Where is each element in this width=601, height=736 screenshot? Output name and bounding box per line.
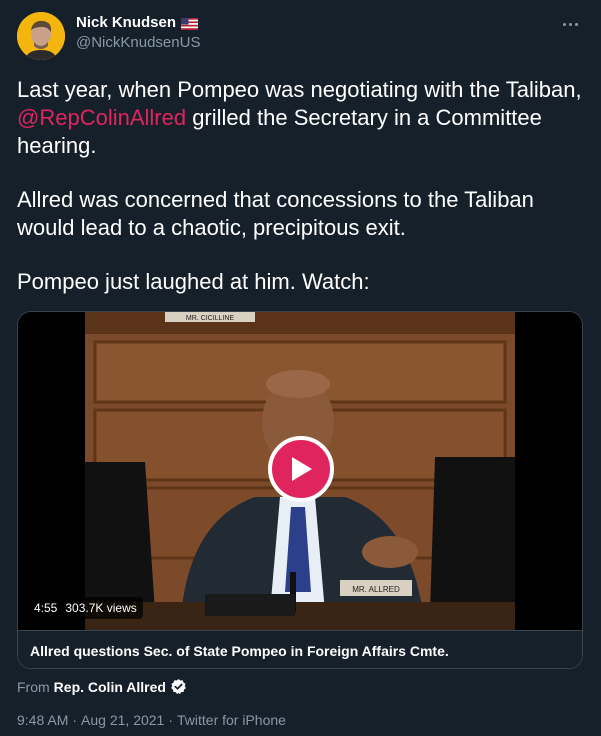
- tweet: Nick Knudsen @NickKnudsenUS Last year, w…: [0, 0, 601, 736]
- author-name[interactable]: Nick Knudsen: [76, 14, 176, 31]
- nameplate-top: MR. CICILLINE: [186, 315, 235, 322]
- tweet-paragraph-3: Pompeo just laughed at him. Watch:: [17, 269, 370, 294]
- meta-separator: ·: [72, 712, 78, 728]
- tweet-time[interactable]: 9:48 AM: [17, 712, 68, 728]
- author-handle[interactable]: @NickKnudsenUS: [76, 34, 200, 51]
- meta-separator: ·: [168, 712, 174, 728]
- source-account-link[interactable]: Rep. Colin Allred: [54, 679, 166, 695]
- tweet-paragraph-2: Allred was concerned that concessions to…: [17, 187, 534, 240]
- author-avatar[interactable]: [17, 12, 65, 60]
- avatar-image: [17, 12, 65, 60]
- play-button[interactable]: [268, 436, 334, 502]
- play-icon: [292, 457, 312, 481]
- video-card[interactable]: MR. CICILLINE MR. ALLRED 4:55 303.7K vie…: [17, 311, 583, 669]
- tweet-client[interactable]: Twitter for iPhone: [177, 712, 286, 728]
- tweet-date[interactable]: Aug 21, 2021: [81, 712, 164, 728]
- video-duration: 4:55: [34, 601, 58, 615]
- more-options-icon[interactable]: [559, 14, 581, 34]
- tweet-text: Last year, when Pompeo was negotiating w…: [17, 76, 587, 296]
- us-flag-icon: [181, 17, 199, 30]
- tweet-meta: 9:48 AM · Aug 21, 2021 · Twitter for iPh…: [17, 712, 286, 728]
- video-title[interactable]: Allred questions Sec. of State Pompeo in…: [18, 630, 582, 668]
- tweet-text-segment: Last year, when Pompeo was negotiating w…: [17, 77, 582, 102]
- author-name-row[interactable]: Nick Knudsen: [76, 14, 200, 31]
- video-player[interactable]: MR. CICILLINE MR. ALLRED 4:55 303.7K vie…: [18, 312, 582, 630]
- video-stats-badge: 4:55 303.7K views: [28, 597, 143, 619]
- verified-badge-icon: [170, 678, 187, 695]
- video-views: 303.7K views: [65, 601, 137, 615]
- author-block[interactable]: Nick Knudsen @NickKnudsenUS: [76, 14, 200, 51]
- from-label: From: [17, 678, 50, 695]
- mention-link[interactable]: @RepColinAllred: [17, 105, 186, 130]
- nameplate-bottom: MR. ALLRED: [352, 585, 400, 594]
- tweet-paragraph-1: Last year, when Pompeo was negotiating w…: [17, 76, 587, 160]
- attribution-line: From Rep. Colin Allred: [17, 678, 187, 695]
